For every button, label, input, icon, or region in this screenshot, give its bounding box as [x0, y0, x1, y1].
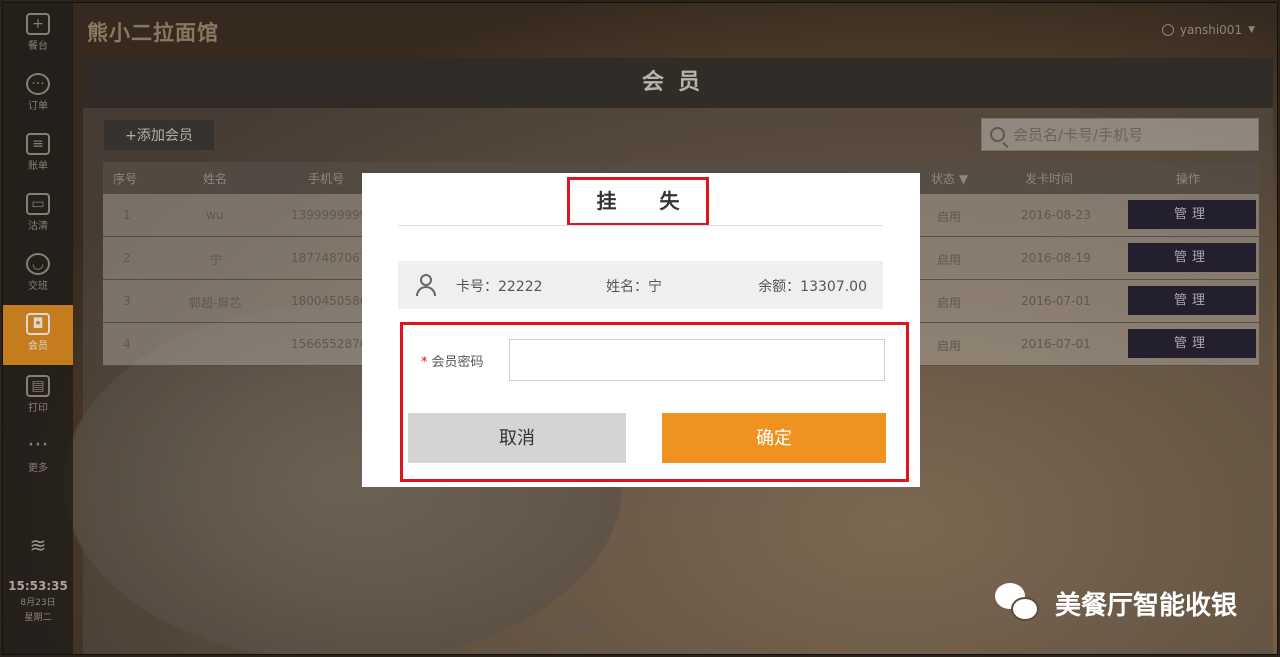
- watermark: 美餐厅智能收银: [994, 583, 1237, 623]
- member-name: 姓名：宁: [606, 279, 662, 295]
- divider: [398, 225, 883, 226]
- wechat-logo-icon: [994, 583, 1043, 623]
- dialog-title: 挂 失: [567, 177, 709, 226]
- password-label: * 会员密码: [421, 355, 484, 370]
- confirm-button[interactable]: 确定: [662, 413, 886, 463]
- card-number: 卡号：22222: [456, 279, 543, 295]
- report-loss-dialog: 挂 失 卡号：22222 姓名：宁 余额：13307.00 * 会员密码 取消 确…: [362, 173, 920, 487]
- cancel-button[interactable]: 取消: [408, 413, 626, 463]
- required-mark: *: [421, 355, 428, 370]
- member-balance: 余额：13307.00: [758, 279, 867, 295]
- watermark-text: 美餐厅智能收银: [1054, 590, 1237, 621]
- member-password-input[interactable]: [509, 339, 885, 381]
- person-icon: [416, 274, 436, 296]
- password-form: * 会员密码 取消 确定: [400, 322, 909, 482]
- member-info: 卡号：22222 姓名：宁 余额：13307.00: [398, 261, 883, 309]
- app-window: + 餐台 ··· 订单 ≡ 账单 ▭ 沽清 ◡ 交班 ◘ 会员 ▤ 打印 ···: [2, 2, 1278, 655]
